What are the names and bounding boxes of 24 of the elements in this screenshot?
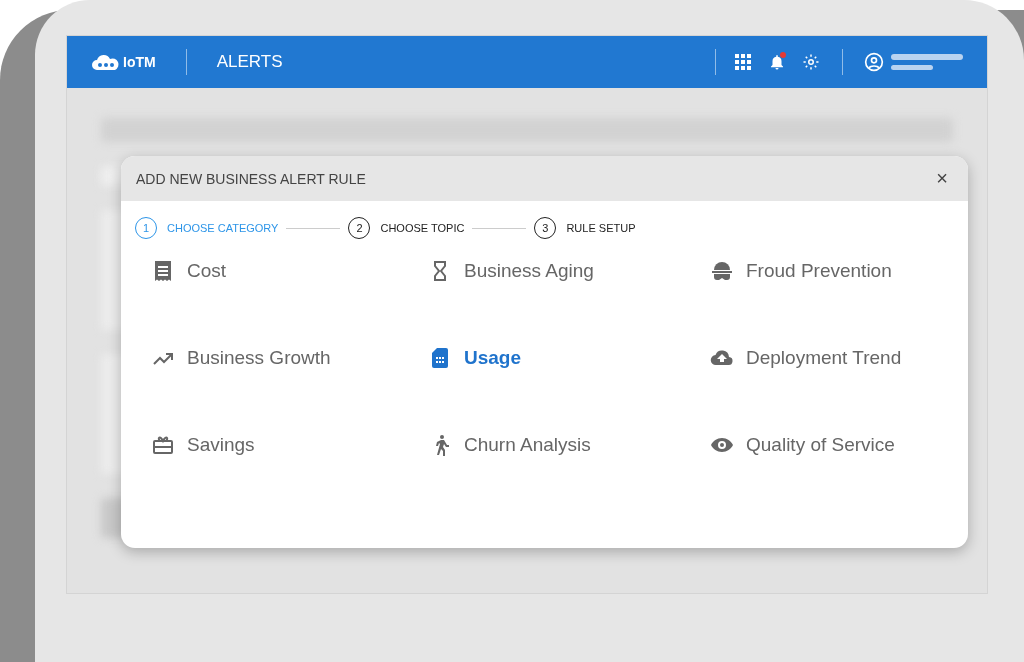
masked-figure-icon [710,259,734,283]
step-label: CHOOSE CATEGORY [167,222,279,234]
stepper-step[interactable]: 1 CHOOSE CATEGORY [135,217,279,239]
page-title: ALERTS [216,52,283,72]
stepper-step[interactable]: 3 RULE SETUP [534,217,636,239]
category-option[interactable]: Cost [151,251,428,291]
category-option[interactable]: Deployment Trend [710,338,968,378]
apps-grid-icon[interactable] [732,51,754,73]
user-name-placeholder [891,51,963,73]
step-label: RULE SETUP [566,222,636,234]
step-label: CHOOSE TOPIC [380,222,465,234]
stepper-step[interactable]: 2 CHOOSE TOPIC [348,217,465,239]
category-option[interactable]: Business Growth [151,338,428,378]
cloud-logo-icon [91,54,121,70]
category-option[interactable]: Churn Analysis [428,425,710,465]
category-option[interactable]: Quality of Service [710,425,968,465]
category-option[interactable]: Savings [151,425,428,465]
dialog-title: ADD NEW BUSINESS ALERT RULE [136,170,366,187]
category-option[interactable]: Usage [428,338,710,378]
category-option[interactable]: Business Aging [428,251,710,291]
user-account-icon[interactable] [863,51,885,73]
logo-text: IoTM [123,54,156,70]
close-button[interactable]: × [932,167,952,190]
category-option[interactable]: Froud Prevention [710,251,968,291]
